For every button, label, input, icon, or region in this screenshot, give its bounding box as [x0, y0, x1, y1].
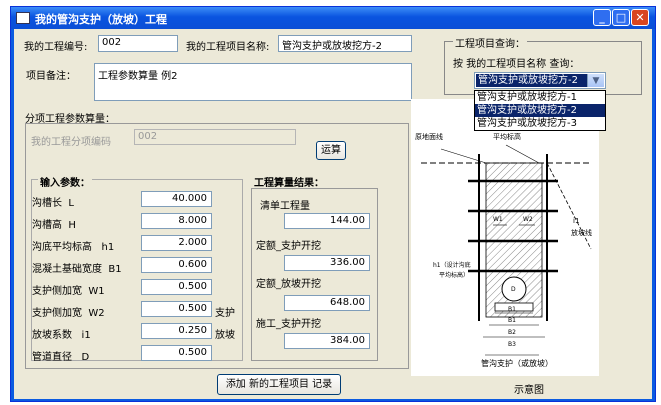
- query-prompt: 按 我的工程项目名称 查询：: [453, 59, 580, 70]
- diagram-label-b2: B2: [508, 329, 516, 336]
- close-button[interactable]: ✕: [631, 9, 649, 26]
- input-field-W2[interactable]: 0.500: [141, 301, 212, 317]
- result-field-construction: 384.00: [284, 333, 370, 349]
- app-window: 我的管沟支护（放坡）工程 _ □ ✕ 我的工程编号: 002 我的工程项目名称:…: [10, 6, 656, 402]
- support-side-label: 支护: [215, 308, 235, 319]
- code-label: 我的工程分项编码: [31, 137, 111, 148]
- add-project-button[interactable]: 添加 新的工程项目 记录: [217, 374, 341, 395]
- input-label-B1: 混凝土基础宽度 B1: [32, 264, 122, 275]
- project-name-field[interactable]: 管沟支护或放坡挖方-2: [278, 35, 412, 52]
- input-field-L[interactable]: 40.000: [141, 191, 212, 207]
- title-bar[interactable]: 我的管沟支护（放坡）工程 _ □ ✕: [11, 7, 655, 29]
- input-field-h1[interactable]: 2.000: [141, 235, 212, 251]
- input-label-D: 管道直径 D: [32, 352, 90, 363]
- diagram-caption: 示意图: [514, 385, 544, 396]
- input-label-W2: 支护侧加宽 W2: [32, 308, 105, 319]
- results-title: 工程算量结果：: [254, 178, 324, 189]
- input-label-i1: 放坡系数 i1: [32, 330, 91, 341]
- diagram-drawing-title: 管沟支护（或放坡）: [481, 358, 553, 368]
- result-label-quota-slope: 定额_放坡开挖: [256, 279, 321, 290]
- input-title: 输入参数：: [38, 174, 92, 189]
- combo-selected-value: 管沟支护或放坡挖方-2: [476, 74, 587, 87]
- result-field-quota-slope: 648.00: [284, 295, 370, 311]
- trench-diagram: 原地面线 平均标高 i1 放坡线 h1（设计沟底 平均标高） W1 W2 D B…: [415, 132, 592, 368]
- slope-side-label: 放坡: [215, 330, 235, 341]
- chevron-down-icon[interactable]: ▼: [587, 74, 604, 87]
- diagram-label-w2: W2: [523, 216, 533, 223]
- diagram-label-ground: 原地面线: [415, 132, 443, 141]
- diagram-label-avg-elev: 平均标高: [493, 132, 521, 141]
- diagram-label-h1b: 平均标高）: [439, 271, 469, 279]
- window-title: 我的管沟支护（放坡）工程: [35, 13, 167, 26]
- result-label-construction: 施工_支护开挖: [256, 319, 321, 330]
- input-label-H: 沟槽高 H: [32, 220, 76, 231]
- project-name-label: 我的工程项目名称:: [186, 42, 270, 53]
- query-group-label: 工程项目查询：: [453, 35, 527, 50]
- diagram-label-d: D: [511, 286, 516, 293]
- calculate-button[interactable]: 运算: [316, 141, 346, 160]
- diagram-label-h1: h1（设计沟底: [433, 261, 471, 269]
- input-label-L: 沟槽长 L: [32, 198, 74, 209]
- input-field-D[interactable]: 0.500: [141, 345, 212, 361]
- remark-label: 项目备注：: [26, 71, 76, 82]
- diagram-label-b3: B3: [508, 341, 516, 348]
- diagram-label-w1: W1: [493, 216, 503, 223]
- result-field-quota-support: 336.00: [284, 255, 370, 271]
- diagram-label-slope: 放坡线: [571, 228, 592, 237]
- project-no-label: 我的工程编号:: [24, 42, 88, 53]
- dropdown-option[interactable]: 管沟支护或放坡挖方-1: [475, 91, 605, 104]
- maximize-button[interactable]: □: [612, 9, 630, 26]
- dropdown-option[interactable]: 管沟支护或放坡挖方-3: [475, 117, 605, 130]
- form-body: 我的工程编号: 002 我的工程项目名称: 管沟支护或放坡挖方-2 项目备注： …: [14, 29, 652, 399]
- input-field-B1[interactable]: 0.600: [141, 257, 212, 273]
- input-field-W1[interactable]: 0.500: [141, 279, 212, 295]
- diagram-image: 原地面线 平均标高 i1 放坡线 h1（设计沟底 平均标高） W1 W2 D B…: [411, 99, 599, 376]
- dropdown-option-selected[interactable]: 管沟支护或放坡挖方-2: [475, 104, 605, 117]
- diagram-label-b1-top: B1: [508, 306, 516, 313]
- diagram-label-i1: i1: [573, 217, 579, 225]
- diagram-label-b1: B1: [508, 317, 516, 324]
- project-dropdown-list: 管沟支护或放坡挖方-1 管沟支护或放坡挖方-2 管沟支护或放坡挖方-3: [474, 90, 606, 131]
- remark-field[interactable]: 工程参数算量 例2: [94, 63, 412, 101]
- input-field-H[interactable]: 8.000: [141, 213, 212, 229]
- minimize-button[interactable]: _: [593, 9, 611, 26]
- project-no-field[interactable]: 002: [98, 35, 178, 52]
- code-field: 002: [134, 129, 296, 145]
- result-field-bill: 144.00: [284, 213, 370, 229]
- result-label-quota-support: 定额_支护开挖: [256, 241, 321, 252]
- result-label-bill: 清单工程量: [260, 201, 310, 212]
- input-label-W1: 支护侧加宽 W1: [32, 286, 105, 297]
- app-icon: [16, 12, 30, 24]
- input-field-i1[interactable]: 0.250: [141, 323, 212, 339]
- input-label-h1: 沟底平均标高 h1: [32, 242, 115, 253]
- project-name-combo[interactable]: 管沟支护或放坡挖方-2 ▼: [474, 72, 606, 89]
